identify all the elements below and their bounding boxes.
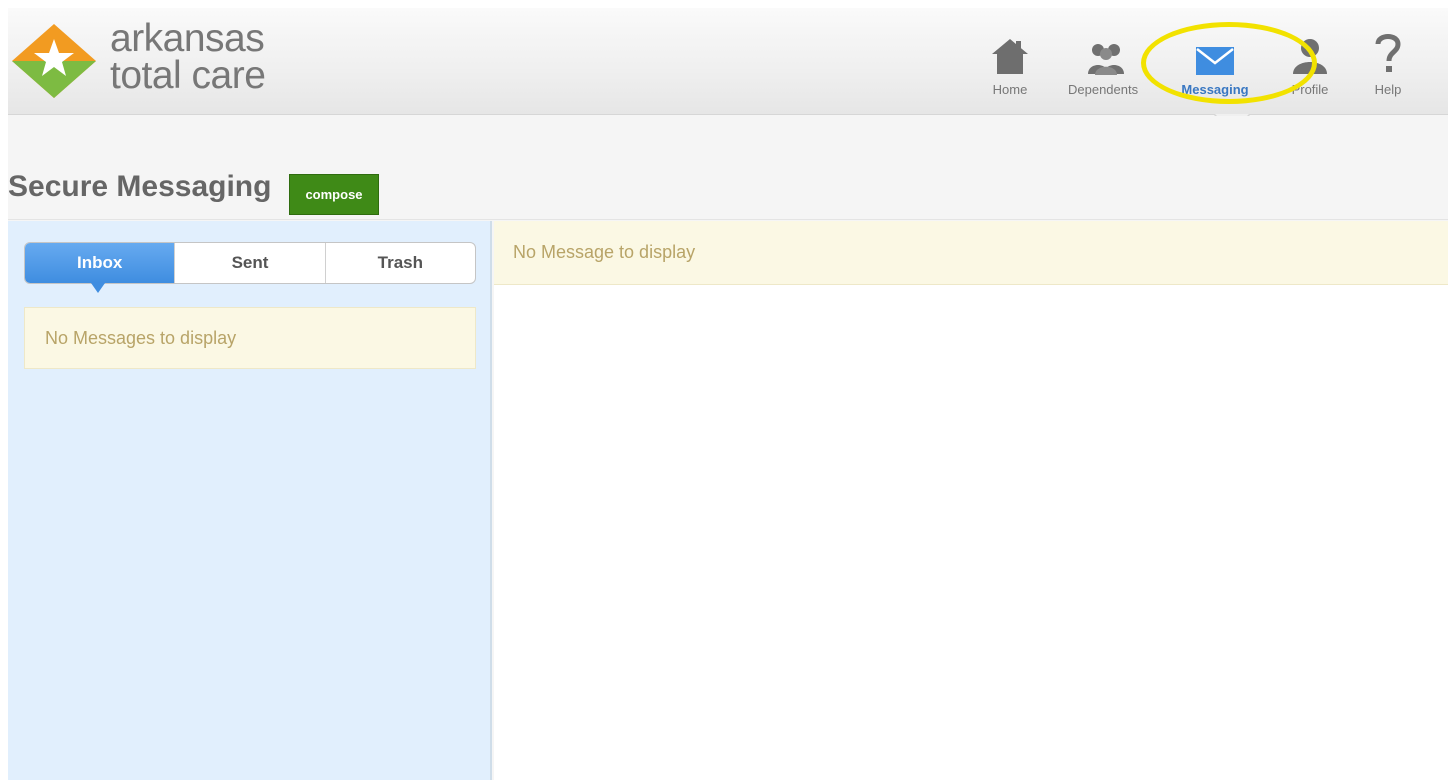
tab-sent[interactable]: Sent xyxy=(174,243,324,283)
nav-profile-label: Profile xyxy=(1291,82,1329,97)
app-frame: arkansas total care Home Dependents Mess… xyxy=(8,8,1448,780)
nav-messaging[interactable]: Messaging xyxy=(1170,32,1260,102)
empty-message-list: No Messages to display xyxy=(24,307,476,369)
profile-icon xyxy=(1293,39,1327,74)
nav-messaging-label: Messaging xyxy=(1181,82,1249,97)
nav-help-label: Help xyxy=(1374,82,1402,97)
brand-logo[interactable]: arkansas total care xyxy=(10,17,280,104)
envelope-icon xyxy=(1196,47,1234,75)
logo-wordmark: arkansas total care xyxy=(110,17,266,97)
top-header: arkansas total care Home Dependents Mess… xyxy=(8,8,1448,115)
tab-inbox[interactable]: Inbox xyxy=(25,243,175,293)
home-icon xyxy=(992,39,1028,74)
message-detail-pane: No Message to display xyxy=(494,221,1448,780)
empty-message-detail: No Message to display xyxy=(494,221,1448,285)
title-bar: Secure Messaging compose xyxy=(8,116,1448,220)
mailbox-pane: Inbox Sent Trash No Messages to display xyxy=(8,221,492,780)
logo-line-1: arkansas xyxy=(110,17,265,60)
tab-trash[interactable]: Trash xyxy=(324,243,475,283)
nav-home[interactable]: Home xyxy=(982,32,1038,102)
dependents-icon xyxy=(1088,44,1124,75)
main-nav: Home Dependents Messaging Profile Help xyxy=(978,8,1448,115)
nav-profile[interactable]: Profile xyxy=(1282,32,1338,102)
nav-dependents-label: Dependents xyxy=(1068,82,1138,97)
page-title: Secure Messaging xyxy=(8,170,272,203)
logo-star-icon xyxy=(12,24,96,98)
nav-home-label: Home xyxy=(992,82,1028,97)
nav-help[interactable]: Help xyxy=(1366,32,1410,102)
compose-button[interactable]: compose xyxy=(289,174,379,215)
help-icon xyxy=(1375,34,1401,72)
nav-dependents[interactable]: Dependents xyxy=(1068,32,1144,102)
mailbox-tabs: Inbox Sent Trash xyxy=(24,242,476,293)
logo-line-2: total care xyxy=(110,54,266,97)
